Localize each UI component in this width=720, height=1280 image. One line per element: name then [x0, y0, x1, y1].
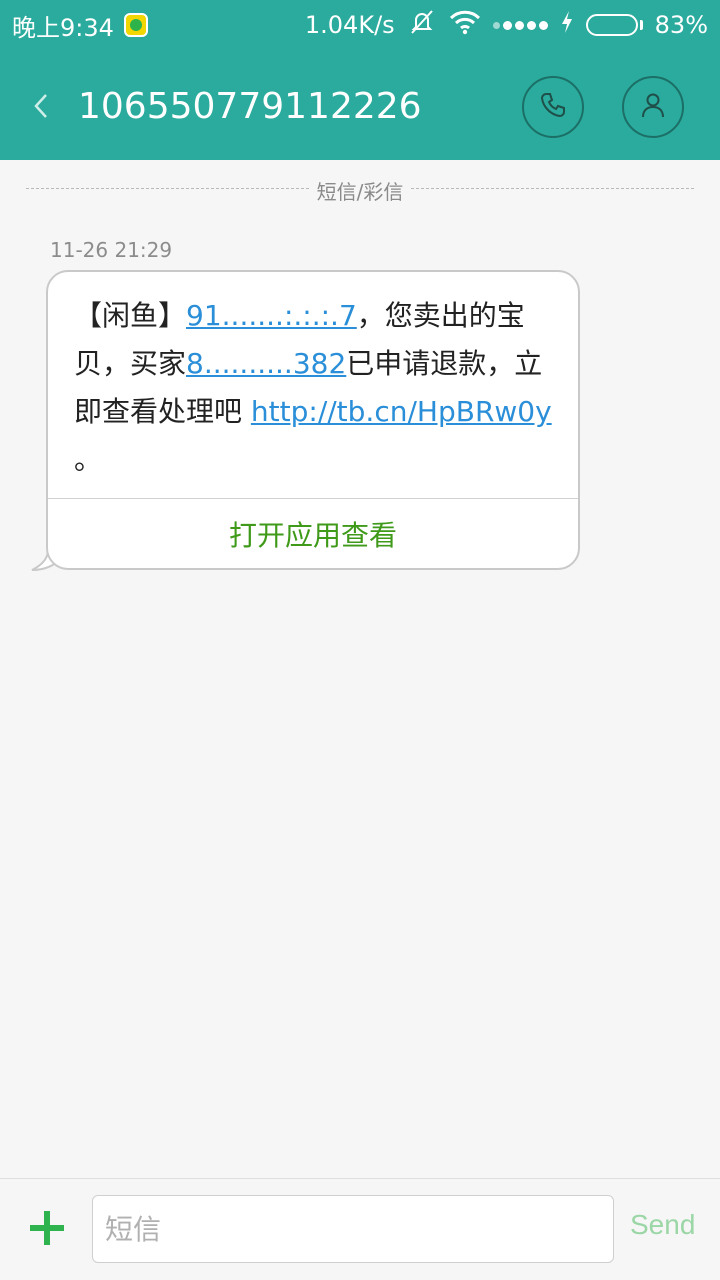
sms-input[interactable]	[92, 1195, 614, 1263]
message-type-label: 短信/彩信	[310, 176, 410, 205]
mute-icon	[407, 7, 437, 43]
app-notification-icon	[123, 13, 148, 37]
add-attachment-icon[interactable]	[26, 1207, 68, 1249]
composer-bar: Send	[0, 1178, 720, 1280]
message-text-end: 。	[74, 443, 103, 476]
message-bubble: 【闲鱼】91.......:.:.:.7，您卖出的宝贝，买家8.........…	[46, 270, 580, 570]
net-speed: 1.04K/s	[304, 11, 395, 39]
contact-button[interactable]	[622, 76, 684, 138]
person-icon	[639, 91, 667, 123]
header: 晚上9:34 1.04K/s 83% 106550779112226	[0, 0, 720, 160]
charging-icon	[560, 10, 574, 40]
conversation-title: 106550779112226	[78, 86, 422, 127]
message-type-divider: 短信/彩信	[26, 176, 694, 205]
status-time: 晚上9:34	[12, 13, 114, 42]
send-button[interactable]: Send	[630, 1209, 695, 1241]
battery-icon	[585, 14, 643, 36]
battery-percent: 83%	[654, 11, 708, 39]
back-icon[interactable]	[28, 92, 56, 120]
call-button[interactable]	[522, 76, 584, 138]
signal-icon	[492, 20, 548, 30]
message-body: 【闲鱼】91.......:.:.:.7，您卖出的宝贝，买家8.........…	[74, 292, 564, 484]
buyer-link[interactable]: 8..........382	[186, 347, 346, 380]
url-link[interactable]: http://tb.cn/HpBRw0y	[251, 395, 552, 428]
order-link[interactable]: 91.......:.:.:.7	[186, 299, 357, 332]
phone-icon	[539, 91, 567, 123]
status-bar: 晚上9:34 1.04K/s 83%	[0, 0, 720, 52]
message-timestamp: 11-26 21:29	[50, 238, 173, 262]
open-app-button[interactable]: 打开应用查看	[48, 498, 578, 570]
message-prefix: 【闲鱼】	[74, 299, 187, 332]
wifi-icon	[449, 9, 481, 41]
title-bar: 106550779112226	[0, 52, 720, 160]
